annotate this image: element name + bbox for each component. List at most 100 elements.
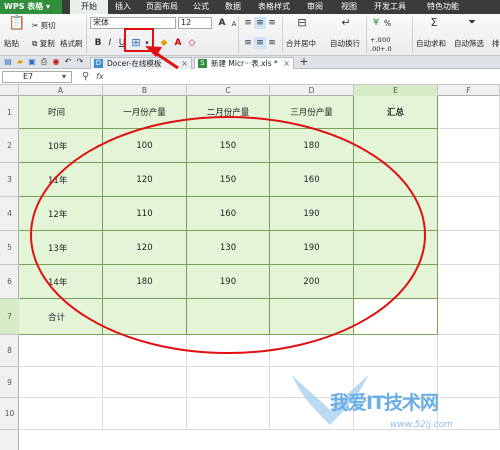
redo-icon[interactable]: ↷ [74, 56, 86, 68]
align-bottom-icon[interactable]: ≡ [266, 17, 278, 29]
cell-c5[interactable]: 130 [187, 231, 270, 265]
bold-button[interactable]: B [92, 37, 104, 49]
doc-tab-workbook[interactable]: S 新建 Micr···表.xls * × [194, 57, 294, 69]
align-top-icon[interactable]: ≡ [242, 17, 254, 29]
print-icon[interactable]: ⎙ [38, 56, 50, 68]
cell-a8[interactable] [19, 335, 103, 367]
sort-button[interactable]: 排 [492, 38, 500, 49]
cell-e1[interactable]: 汇总 [354, 96, 438, 129]
auto-wrap-button[interactable]: 自动换行 [330, 38, 360, 49]
currency-icon[interactable]: ¥ [370, 17, 382, 29]
cell-b5[interactable]: 120 [103, 231, 187, 265]
cell-c6[interactable]: 190 [187, 265, 270, 299]
close-icon[interactable]: × [283, 58, 290, 69]
font-color-icon[interactable]: A [172, 37, 184, 49]
name-box-dropdown-icon[interactable]: ▾ [62, 71, 66, 83]
cell-f2[interactable] [438, 129, 500, 163]
align-center-icon[interactable]: ≡ [254, 37, 266, 49]
cell-a9[interactable] [19, 367, 103, 398]
tab-review[interactable]: 审阅 [300, 0, 330, 14]
filter-icon[interactable]: ⏷ [466, 17, 478, 29]
tab-data[interactable]: 数据 [218, 0, 248, 14]
cell-c1[interactable]: 二月份产量 [187, 96, 270, 129]
undo-icon[interactable]: ↶ [62, 56, 74, 68]
row-header-4[interactable]: 4 [0, 197, 19, 231]
column-header-f[interactable]: F [438, 85, 500, 96]
row-header-8[interactable]: 8 [0, 335, 19, 367]
cell-c9[interactable] [187, 367, 270, 398]
new-file-icon[interactable]: ▤ [2, 56, 14, 68]
row-header-7[interactable]: 7 [0, 299, 19, 335]
cell-e5[interactable] [354, 231, 438, 265]
percent-button[interactable]: % [384, 19, 391, 28]
cell-e7[interactable] [354, 299, 438, 335]
print-preview-icon[interactable]: ◉ [50, 56, 62, 68]
tab-insert[interactable]: 插入 [108, 0, 138, 14]
paste-button[interactable]: 粘贴 [4, 38, 19, 49]
paste-icon[interactable]: 📋 [8, 16, 25, 33]
sigma-icon[interactable]: Σ [428, 17, 440, 29]
cell-c3[interactable]: 150 [187, 163, 270, 197]
column-header-d[interactable]: D [270, 85, 354, 96]
cell-d2[interactable]: 180 [270, 129, 354, 163]
cell-a6[interactable]: 14年 [19, 265, 103, 299]
column-header-e[interactable]: E [354, 85, 438, 96]
font-size-select[interactable]: 12 [178, 17, 212, 29]
cell-e6[interactable] [354, 265, 438, 299]
cell-b9[interactable] [103, 367, 187, 398]
fill-color-icon[interactable]: ◆ [158, 37, 170, 49]
column-header-c[interactable]: C [187, 85, 270, 96]
cell-f3[interactable] [438, 163, 500, 197]
zoom-icon[interactable]: ⚲ [82, 71, 89, 83]
cell-d3[interactable]: 160 [270, 163, 354, 197]
cell-d5[interactable]: 190 [270, 231, 354, 265]
cell-f7[interactable] [438, 299, 500, 335]
cell-b2[interactable]: 100 [103, 129, 187, 163]
italic-button[interactable]: I [104, 37, 116, 49]
row-header-6[interactable]: 6 [0, 265, 19, 299]
wrap-text-icon[interactable]: ↵ [340, 17, 352, 29]
decimal-00-alt-button[interactable]: .00 [370, 45, 380, 53]
cell-f6[interactable] [438, 265, 500, 299]
app-menu-button[interactable]: WPS 表格 ▾ [0, 0, 62, 14]
new-tab-icon[interactable]: + [298, 56, 310, 68]
align-middle-icon[interactable]: ≡ [254, 17, 266, 29]
cell-f8[interactable] [438, 335, 500, 367]
fx-button[interactable]: fx [96, 71, 104, 83]
tab-developer[interactable]: 开发工具 [368, 0, 412, 14]
cell-f5[interactable] [438, 231, 500, 265]
cell-d1[interactable]: 三月份产量 [270, 96, 354, 129]
cell-b7[interactable] [103, 299, 187, 335]
align-left-icon[interactable]: ≡ [242, 37, 254, 49]
cell-b3[interactable]: 120 [103, 163, 187, 197]
cell-b4[interactable]: 110 [103, 197, 187, 231]
cell-d8[interactable] [270, 335, 354, 367]
cell-b1[interactable]: 一月份产量 [103, 96, 187, 129]
tab-formula[interactable]: 公式 [186, 0, 216, 14]
select-all-corner[interactable] [0, 85, 19, 96]
cell-c7[interactable] [187, 299, 270, 335]
tab-view[interactable]: 视图 [334, 0, 364, 14]
cell-a2[interactable]: 10年 [19, 129, 103, 163]
font-grow-icon[interactable]: A [216, 17, 228, 29]
cell-d7[interactable] [270, 299, 354, 335]
format-painter-button[interactable]: 格式刷 [60, 38, 83, 49]
row-header-2[interactable]: 2 [0, 129, 19, 163]
cell-f4[interactable] [438, 197, 500, 231]
cell-a10[interactable] [19, 398, 103, 430]
open-folder-icon[interactable]: ▰ [14, 56, 26, 68]
cell-b10[interactable] [103, 398, 187, 430]
cell-c10[interactable] [187, 398, 270, 430]
cell-e3[interactable] [354, 163, 438, 197]
clear-format-icon[interactable]: ◇ [186, 37, 198, 49]
column-header-a[interactable]: A [19, 85, 103, 96]
tab-page-layout[interactable]: 页面布局 [140, 0, 184, 14]
cell-e8[interactable] [354, 335, 438, 367]
cell-a1[interactable]: 时间 [19, 96, 103, 129]
decimal-00-button[interactable]: .00 [380, 36, 390, 44]
autosum-button[interactable]: 自动求和 [416, 38, 446, 49]
autofilter-button[interactable]: 自动筛选 [454, 38, 484, 49]
column-header-b[interactable]: B [103, 85, 187, 96]
align-right-icon[interactable]: ≡ [266, 37, 278, 49]
row-header-1[interactable]: 1 [0, 96, 19, 129]
